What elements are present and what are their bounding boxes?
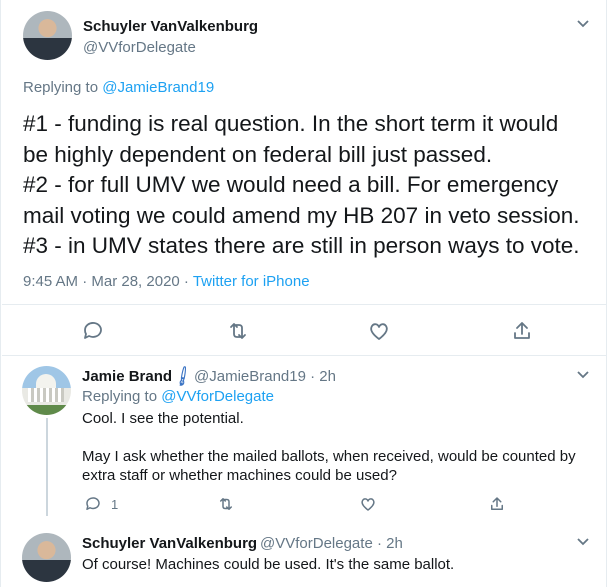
thread-line [46,418,48,516]
reply-author-name[interactable]: Jamie Brand🖌 [82,364,195,387]
author-name[interactable]: Schuyler VanValkenburg [83,18,258,35]
reply-handle-time[interactable]: @VVforDelegate · 2h [260,535,403,552]
tweet-line: #2 - for full UMV we would need a bill. … [23,172,559,197]
paintbrush-emoji: 🖌 [170,364,195,388]
capitol-dome [36,374,56,388]
tweet-line: be highly dependent on federal bill just… [23,141,493,167]
tweet-line: mail voting we could amend my HB 207 in … [23,202,580,228]
reply-text: Of course! Machines could be used. It's … [82,556,455,573]
chevron-down-icon[interactable] [576,17,590,32]
replying-to-link[interactable]: @VVforDelegate [161,388,274,405]
retweet-icon[interactable] [226,319,250,343]
source-link[interactable]: Twitter for iPhone [193,273,310,290]
tweet-thread: Schuyler VanValkenburg @VVforDelegate Re… [0,0,607,587]
reply-count: 1 [111,497,119,512]
share-icon[interactable] [510,319,534,343]
replying-prefix: Replying to [23,79,99,96]
timestamp[interactable]: 9:45 AM · Mar 28, 2020 · [23,273,193,290]
replying-to: Replying to @VVforDelegate [82,388,274,405]
share-icon[interactable] [488,495,506,513]
like-icon[interactable] [359,495,377,513]
reply-text: May I ask whether the mailed ballots, wh… [82,448,576,465]
avatar[interactable] [22,533,71,582]
chevron-down-icon[interactable] [576,368,590,383]
avatar[interactable] [22,366,71,415]
tweet-line: #3 - in UMV states there are still in pe… [23,233,580,258]
reply-author-name[interactable]: Schuyler VanValkenburg [82,535,257,552]
chevron-down-icon[interactable] [576,535,590,550]
tweet-line: #1 - funding is real question. In the sh… [23,111,559,136]
tweet-meta: 9:45 AM · Mar 28, 2020 · Twitter for iPh… [23,273,310,290]
replying-to: Replying to @JamieBrand19 [23,79,214,96]
reply-author-name-text: Jamie Brand [82,368,173,385]
reply-icon[interactable] [84,495,102,513]
tweet-text: #1 - funding is real question. In the sh… [23,109,598,262]
author-handle[interactable]: @VVforDelegate [83,39,196,56]
like-icon[interactable] [367,319,391,343]
reply-icon[interactable] [81,319,105,343]
divider [2,304,607,305]
capitol-columns [28,388,64,402]
reply-text: extra staff or whether machines could be… [82,467,397,484]
retweet-icon[interactable] [217,495,235,513]
reply-text: Cool. I see the potential. [82,410,244,427]
replying-to-link[interactable]: @JamieBrand19 [102,79,214,96]
avatar[interactable] [23,11,72,60]
reply-handle-time[interactable]: @JamieBrand19 · 2h [194,368,336,385]
replying-prefix: Replying to [82,388,158,405]
divider [2,355,607,356]
